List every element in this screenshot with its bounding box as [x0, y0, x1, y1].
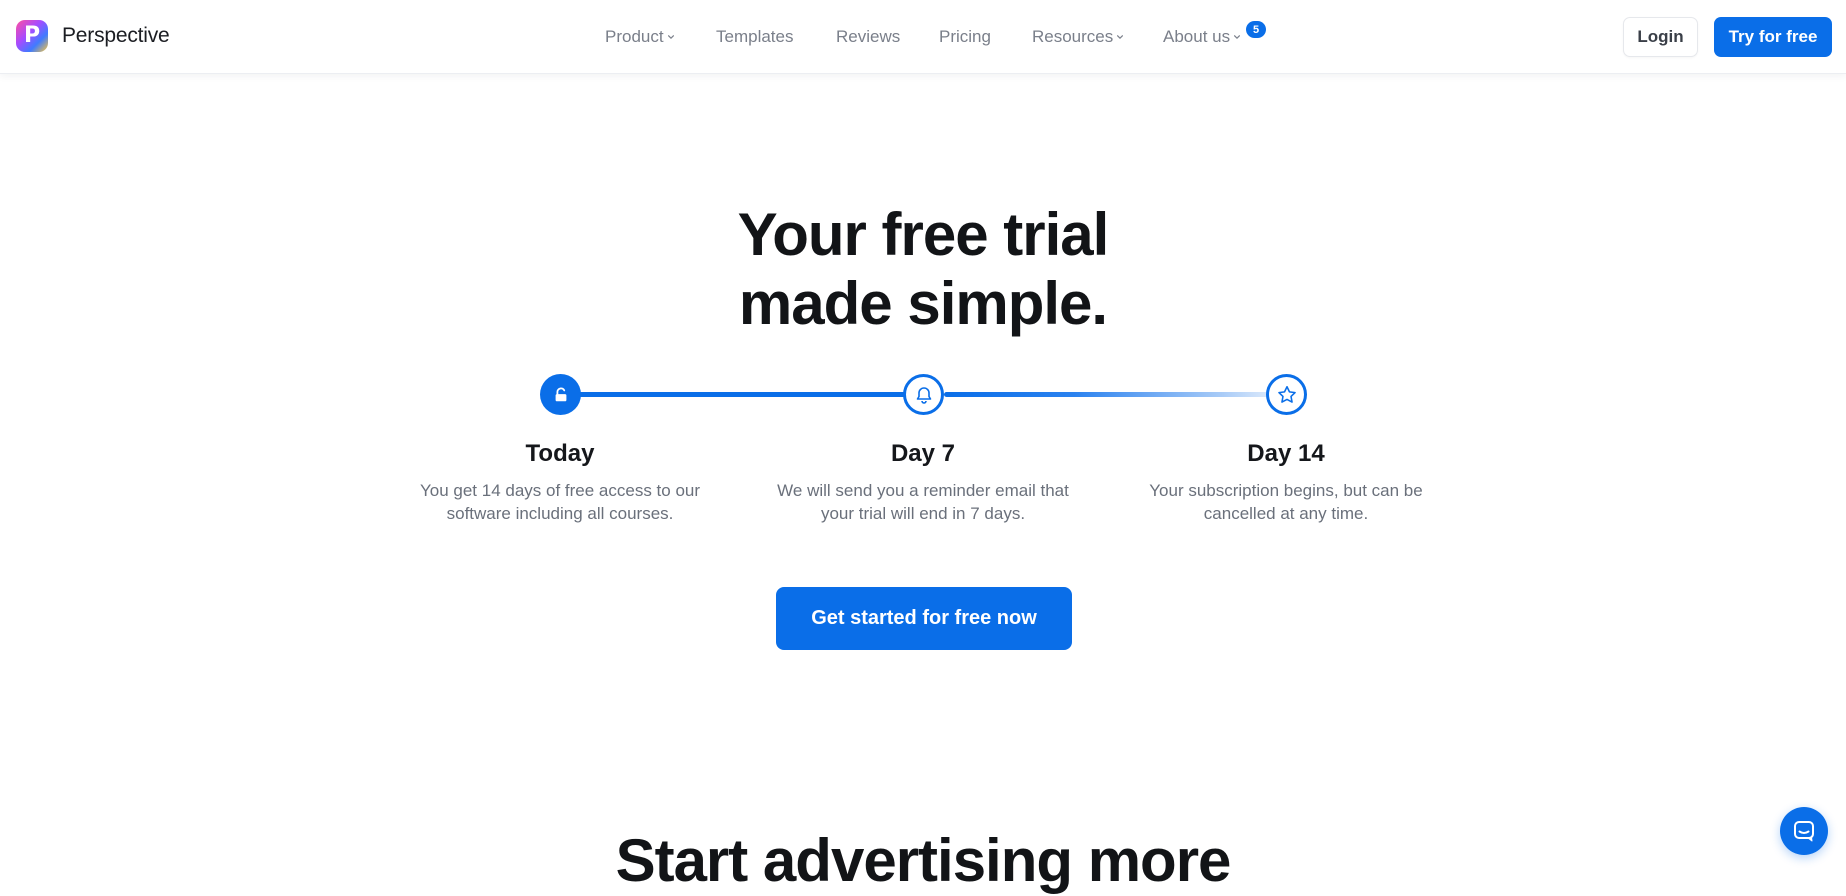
chat-launcher-button[interactable]: [1780, 807, 1828, 855]
brand-name: Perspective: [62, 24, 170, 47]
step-today: Today You get 14 days of free access to …: [410, 438, 710, 525]
timeline-track-fading: [944, 392, 1270, 397]
star-icon: [1277, 385, 1296, 403]
nav-pricing-label: Pricing: [939, 27, 991, 46]
notification-badge: 5: [1246, 21, 1266, 38]
chevron-down-icon: [1234, 35, 1241, 40]
nav-templates[interactable]: Templates: [716, 27, 793, 47]
hero-title-line-1: Your free trial: [737, 201, 1110, 268]
nav-resources-label: Resources: [1032, 27, 1114, 46]
step-description: Your subscription begins, but can be can…: [1149, 481, 1423, 523]
hero-title-line-2: made simple.: [738, 270, 1108, 337]
login-button[interactable]: Login: [1623, 17, 1698, 57]
nav-about-us[interactable]: About us: [1163, 27, 1241, 47]
step-day-7: Day 7 We will send you a reminder email …: [773, 438, 1073, 525]
next-section-title: Start advertising more: [615, 827, 1232, 894]
nav-about-us-label: About us: [1163, 27, 1231, 46]
nav-reviews-label: Reviews: [836, 27, 901, 46]
site-header: P Perspective Product Templates Reviews …: [0, 0, 1846, 73]
nav-resources[interactable]: Resources: [1032, 27, 1124, 47]
timeline-dot-day-7: [903, 374, 944, 415]
chat-icon: [1794, 821, 1814, 842]
nav-templates-label: Templates: [716, 27, 794, 46]
nav-reviews[interactable]: Reviews: [836, 27, 900, 47]
step-description: We will send you a reminder email that y…: [777, 481, 1069, 523]
hero-title: Your free trial made simple.: [0, 200, 1846, 338]
step-description: You get 14 days of free access to our so…: [419, 481, 701, 523]
unlock-icon: [555, 386, 566, 401]
chevron-down-icon: [1117, 35, 1124, 40]
bell-icon: [916, 386, 931, 404]
timeline-dot-day-14: [1266, 374, 1307, 415]
perspective-logo-icon: P: [16, 20, 48, 52]
step-title: Today: [525, 440, 595, 467]
nav-pricing[interactable]: Pricing: [939, 27, 991, 47]
step-title: Day 14: [1247, 440, 1325, 467]
timeline-dot-today: [540, 374, 581, 415]
chevron-down-icon: [667, 35, 674, 40]
logo-letter: P: [23, 23, 41, 48]
timeline-track-completed: [561, 392, 924, 397]
step-title: Day 7: [890, 440, 956, 467]
nav-product-label: Product: [605, 27, 664, 46]
brand-home-link[interactable]: P Perspective: [16, 20, 170, 52]
nav-product[interactable]: Product: [605, 27, 675, 47]
get-started-button[interactable]: Get started for free now: [776, 587, 1072, 650]
step-day-14: Day 14 Your subscription begins, but can…: [1136, 438, 1436, 525]
try-for-free-button[interactable]: Try for free: [1714, 17, 1832, 57]
